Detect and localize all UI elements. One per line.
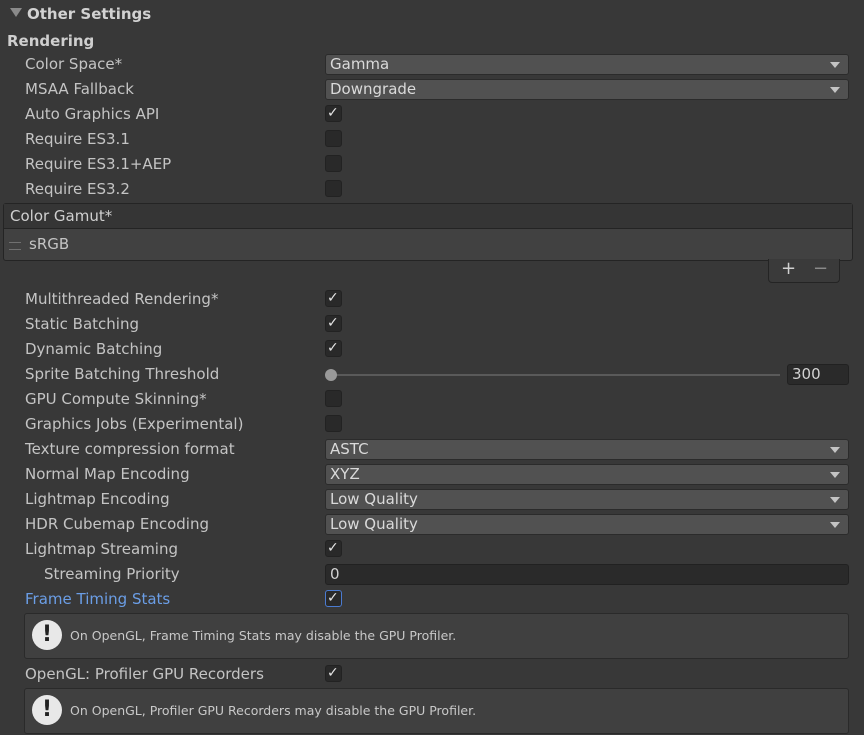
lightmap-encoding-dropdown[interactable]: Low Quality — [325, 489, 849, 510]
remove-item-button[interactable]: − — [813, 258, 828, 279]
field-value: 0 — [330, 565, 340, 583]
require-es31-label: Require ES3.1 — [25, 130, 130, 148]
dropdown-value: Gamma — [330, 55, 390, 73]
graphics-jobs-label: Graphics Jobs (Experimental) — [25, 415, 244, 433]
checkmark-icon: ✓ — [327, 590, 339, 606]
graphics-jobs-checkbox[interactable] — [325, 415, 342, 432]
streaming-priority-field[interactable]: 0 — [325, 564, 849, 585]
checkmark-icon: ✓ — [327, 665, 339, 681]
dropdown-arrow-icon — [830, 497, 840, 503]
require-es31-aep-checkbox[interactable] — [325, 155, 342, 172]
warning-icon: ! — [32, 695, 62, 725]
other-settings-header[interactable]: Other Settings — [0, 0, 864, 28]
add-item-button[interactable]: + — [781, 258, 796, 279]
lightmap-encoding-label: Lightmap Encoding — [25, 490, 170, 508]
dynamic-batching-label: Dynamic Batching — [25, 340, 163, 358]
slider-thumb[interactable] — [325, 369, 337, 381]
drag-handle-icon[interactable] — [9, 242, 21, 250]
frame-timing-stats-label: Frame Timing Stats — [25, 590, 171, 608]
dropdown-arrow-icon — [830, 62, 840, 68]
auto-graphics-api-checkbox[interactable]: ✓ — [325, 105, 342, 122]
texture-compression-label: Texture compression format — [25, 440, 235, 458]
color-gamut-item[interactable]: sRGB — [29, 235, 69, 253]
auto-graphics-api-label: Auto Graphics API — [25, 105, 160, 123]
msaa-fallback-dropdown[interactable]: Downgrade — [325, 79, 849, 100]
list-add-remove-footer: + − — [768, 258, 840, 283]
checkmark-icon: ✓ — [327, 540, 339, 556]
static-batching-label: Static Batching — [25, 315, 139, 333]
slider-track[interactable] — [331, 374, 780, 376]
rendering-subheader: Rendering — [7, 32, 95, 50]
multithreaded-rendering-checkbox[interactable]: ✓ — [325, 290, 342, 307]
require-es32-label: Require ES3.2 — [25, 180, 130, 198]
profiler-recorders-help-box: ! On OpenGL, Profiler GPU Recorders may … — [24, 688, 849, 734]
dropdown-value: Downgrade — [330, 80, 417, 98]
gpu-compute-skinning-checkbox[interactable] — [325, 390, 342, 407]
msaa-fallback-label: MSAA Fallback — [25, 80, 134, 98]
dynamic-batching-checkbox[interactable]: ✓ — [325, 340, 342, 357]
normal-map-encoding-dropdown[interactable]: XYZ — [325, 464, 849, 485]
dropdown-value: Low Quality — [330, 515, 418, 533]
help-message: On OpenGL, Frame Timing Stats may disabl… — [70, 628, 457, 643]
checkmark-icon: ✓ — [327, 340, 339, 356]
dropdown-arrow-icon — [830, 447, 840, 453]
dropdown-value: XYZ — [330, 465, 360, 483]
opengl-profiler-label: OpenGL: Profiler GPU Recorders — [25, 665, 264, 683]
warning-icon: ! — [32, 620, 62, 650]
hdr-cubemap-encoding-dropdown[interactable]: Low Quality — [325, 514, 849, 535]
field-value: 300 — [792, 365, 821, 383]
require-es32-checkbox[interactable] — [325, 180, 342, 197]
dropdown-arrow-icon — [830, 472, 840, 478]
section-title: Other Settings — [27, 5, 152, 23]
lightmap-streaming-label: Lightmap Streaming — [25, 540, 178, 558]
dropdown-value: Low Quality — [330, 490, 418, 508]
require-es31-aep-label: Require ES3.1+AEP — [25, 155, 172, 173]
sprite-batching-threshold-label: Sprite Batching Threshold — [25, 365, 220, 383]
static-batching-checkbox[interactable]: ✓ — [325, 315, 342, 332]
help-message: On OpenGL, Profiler GPU Recorders may di… — [70, 703, 477, 718]
texture-compression-dropdown[interactable]: ASTC — [325, 439, 849, 460]
sprite-batching-threshold-field[interactable]: 300 — [787, 364, 849, 385]
require-es31-checkbox[interactable] — [325, 130, 342, 147]
opengl-profiler-checkbox[interactable]: ✓ — [325, 665, 342, 682]
checkmark-icon: ✓ — [327, 105, 339, 121]
multithreaded-rendering-label: Multithreaded Rendering* — [25, 290, 219, 308]
color-gamut-title: Color Gamut* — [10, 207, 113, 225]
checkmark-icon: ✓ — [327, 290, 339, 306]
dropdown-arrow-icon — [830, 522, 840, 528]
hdr-cubemap-encoding-label: HDR Cubemap Encoding — [25, 515, 209, 533]
dropdown-arrow-icon — [830, 87, 840, 93]
streaming-priority-label: Streaming Priority — [44, 565, 180, 583]
color-gamut-header: Color Gamut* — [4, 204, 852, 229]
color-gamut-list: Color Gamut* sRGB — [3, 203, 853, 261]
color-space-dropdown[interactable]: Gamma — [325, 54, 849, 75]
color-space-label: Color Space* — [25, 55, 123, 73]
frame-timing-stats-checkbox[interactable]: ✓ — [325, 590, 342, 607]
frame-timing-help-box: ! On OpenGL, Frame Timing Stats may disa… — [24, 613, 849, 659]
dropdown-value: ASTC — [330, 440, 369, 458]
foldout-triangle-icon[interactable] — [10, 8, 22, 17]
lightmap-streaming-checkbox[interactable]: ✓ — [325, 540, 342, 557]
normal-map-encoding-label: Normal Map Encoding — [25, 465, 190, 483]
gpu-compute-skinning-label: GPU Compute Skinning* — [25, 390, 207, 408]
checkmark-icon: ✓ — [327, 315, 339, 331]
